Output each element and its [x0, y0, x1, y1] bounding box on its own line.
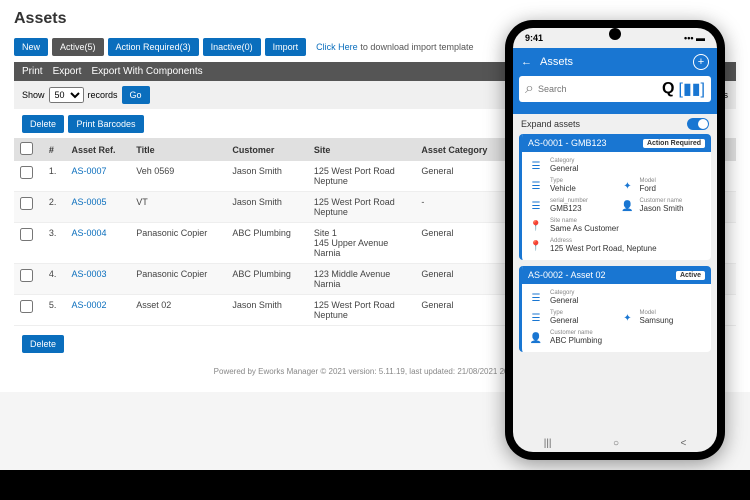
asset-ref-link[interactable]: AS-0005 — [71, 197, 106, 207]
cell-customer: Jason Smith — [226, 161, 308, 192]
cell-title: Panasonic Copier — [130, 264, 226, 295]
customer-icon: 👤 — [528, 330, 544, 346]
cell-num: 2. — [43, 192, 66, 223]
card-title: AS-0002 - Asset 02 — [528, 270, 606, 280]
col-num[interactable]: # — [43, 138, 66, 161]
go-button[interactable]: Go — [122, 86, 150, 104]
cell-num: 4. — [43, 264, 66, 295]
row-checkbox[interactable] — [20, 166, 33, 179]
asset-card[interactable]: AS-0001 - GMB123 Action Required ☰Catego… — [519, 134, 711, 260]
print-link[interactable]: Print — [22, 66, 43, 77]
card-title: AS-0001 - GMB123 — [528, 138, 607, 148]
select-all-checkbox[interactable] — [20, 142, 33, 155]
type-icon: ☰ — [528, 178, 544, 194]
cell-num: 3. — [43, 223, 66, 264]
col-title[interactable]: Title — [130, 138, 226, 161]
expand-row: Expand assets — [513, 114, 717, 134]
expand-toggle[interactable] — [687, 118, 709, 130]
cell-title: VT — [130, 192, 226, 223]
asset-ref-link[interactable]: AS-0004 — [71, 228, 106, 238]
cell-title: Veh 0569 — [130, 161, 226, 192]
new-button[interactable]: New — [14, 38, 48, 56]
delete-top-button[interactable]: Delete — [22, 115, 64, 133]
row-checkbox[interactable] — [20, 300, 33, 313]
export-components-link[interactable]: Export With Components — [91, 66, 202, 77]
app-title: Assets — [540, 56, 685, 68]
nav-home-icon[interactable]: ○ — [613, 438, 619, 449]
active-button[interactable]: Active(5) — [52, 38, 104, 56]
cell-customer: ABC Plumbing — [226, 223, 308, 264]
import-template-link[interactable]: Click Here to download import template — [310, 42, 473, 53]
cell-site: 125 West Port RoadNeptune — [308, 161, 415, 192]
import-button[interactable]: Import — [265, 38, 307, 56]
cell-customer: Jason Smith — [226, 192, 308, 223]
asset-ref-link[interactable]: AS-0002 — [71, 300, 106, 310]
action-required-button[interactable]: Action Required(3) — [108, 38, 199, 56]
cell-title: Panasonic Copier — [130, 223, 226, 264]
status-badge: Active — [676, 271, 705, 280]
add-icon[interactable]: + — [693, 54, 709, 70]
inactive-button[interactable]: Inactive(0) — [203, 38, 261, 56]
cell-customer: ABC Plumbing — [226, 264, 308, 295]
status-icons: ••• ▬ — [684, 33, 705, 43]
cell-category: General — [415, 295, 505, 326]
asset-ref-link[interactable]: AS-0003 — [71, 269, 106, 279]
cell-category: General — [415, 223, 505, 264]
black-strip — [0, 470, 750, 500]
expand-label: Expand assets — [521, 119, 580, 129]
cell-num: 1. — [43, 161, 66, 192]
model-icon: ✦ — [620, 310, 636, 326]
cell-site: 125 West Port RoadNeptune — [308, 295, 415, 326]
address-icon: 📍 — [528, 238, 544, 254]
row-checkbox[interactable] — [20, 269, 33, 282]
back-icon[interactable]: ← — [521, 56, 532, 68]
cell-site: 123 Middle AvenueNarnia — [308, 264, 415, 295]
cell-customer: Jason Smith — [226, 295, 308, 326]
asset-card[interactable]: AS-0002 - Asset 02 Active ☰CategoryGener… — [519, 266, 711, 352]
barcode-icon[interactable]: [▮▮] — [679, 79, 706, 99]
site-icon: 📍 — [528, 218, 544, 234]
app-header: ← Assets + — [513, 48, 717, 76]
nav-bar: ||| ○ < — [513, 434, 717, 452]
cell-category: General — [415, 161, 505, 192]
export-link[interactable]: Export — [53, 66, 82, 77]
category-icon: ☰ — [528, 290, 544, 306]
search-icon: ⌕ — [525, 80, 534, 98]
cell-site: 125 West Port RoadNeptune — [308, 192, 415, 223]
print-barcodes-button[interactable]: Print Barcodes — [68, 115, 143, 133]
col-site[interactable]: Site — [308, 138, 415, 161]
type-icon: ☰ — [528, 310, 544, 326]
serial-icon: ☰ — [528, 198, 544, 214]
col-category[interactable]: Asset Category — [415, 138, 505, 161]
row-checkbox[interactable] — [20, 228, 33, 241]
row-checkbox[interactable] — [20, 197, 33, 210]
nav-recent-icon[interactable]: ||| — [544, 438, 552, 449]
search-bar: ⌕ Q [▮▮] — [519, 76, 711, 102]
delete-bottom-button[interactable]: Delete — [22, 335, 64, 353]
status-badge: Action Required — [643, 139, 705, 148]
cell-num: 5. — [43, 295, 66, 326]
col-ref[interactable]: Asset Ref. — [65, 138, 130, 161]
records-select[interactable]: 50 — [49, 87, 84, 103]
status-time: 9:41 — [525, 33, 543, 43]
search-action-icon[interactable]: Q — [662, 80, 674, 98]
cell-title: Asset 02 — [130, 295, 226, 326]
asset-ref-link[interactable]: AS-0007 — [71, 166, 106, 176]
show-label: Show — [22, 90, 45, 100]
records-label: records — [88, 90, 118, 100]
category-icon: ☰ — [528, 158, 544, 174]
cell-category: - — [415, 192, 505, 223]
model-icon: ✦ — [620, 178, 636, 194]
phone-frame: 9:41 ••• ▬ ← Assets + ⌕ Q [▮▮] Expand as… — [505, 20, 725, 460]
phone-notch — [609, 28, 621, 40]
customer-icon: 👤 — [620, 198, 636, 214]
nav-back-icon[interactable]: < — [680, 438, 686, 449]
cell-site: Site 1145 Upper AvenueNarnia — [308, 223, 415, 264]
cell-category: General — [415, 264, 505, 295]
search-input[interactable] — [538, 84, 658, 94]
col-customer[interactable]: Customer — [226, 138, 308, 161]
